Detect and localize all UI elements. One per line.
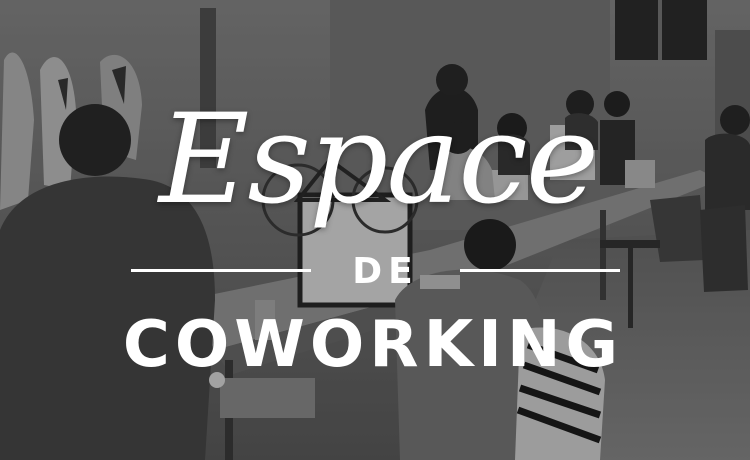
- de-connector: DE: [352, 250, 419, 292]
- coworking-title: COWORKING: [122, 308, 624, 382]
- espace-script-title: Espace: [158, 88, 599, 232]
- right-divider: [460, 269, 620, 272]
- left-divider: [131, 269, 311, 272]
- hero-banner: Espace DE COWORKING: [0, 0, 750, 460]
